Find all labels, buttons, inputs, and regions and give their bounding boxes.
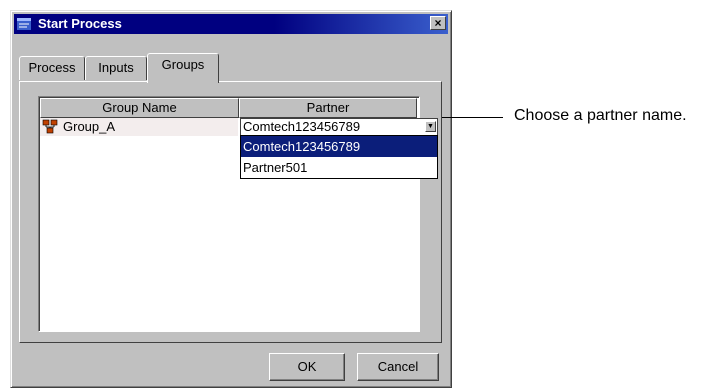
tab-label: Process [28,60,76,75]
table-row[interactable]: Group_A Comtech123456789 ▼ [40,118,438,136]
partner-combobox[interactable]: Comtech123456789 ▼ [240,118,438,136]
dropdown-option-label: Partner501 [243,160,308,175]
tab-groups[interactable]: Groups [147,53,219,83]
column-header-label: Partner [306,100,350,115]
dropdown-option-label: Comtech123456789 [243,139,361,154]
chevron-down-icon[interactable]: ▼ [425,121,436,132]
groups-tab-panel: Group Name Partner Group_A Comtech123456… [19,81,442,343]
partner-combobox-value: Comtech123456789 [243,119,361,134]
column-header-label: Group Name [102,100,177,115]
ok-button[interactable]: OK [269,353,345,381]
column-header-group-name[interactable]: Group Name [40,98,239,118]
close-icon: × [434,16,442,30]
dropdown-option-comtech[interactable]: Comtech123456789 [241,136,437,157]
cancel-button-label: Cancel [377,359,419,374]
partner-dropdown-list: Comtech123456789 Partner501 [240,135,438,179]
column-header-partner[interactable]: Partner [239,98,417,118]
close-button[interactable]: × [430,16,446,30]
window-title: Start Process [38,16,122,31]
group-name-value: Group_A [63,119,116,134]
callout-text: Choose a partner name. [514,107,687,124]
cancel-button[interactable]: Cancel [357,353,439,381]
tab-process[interactable]: Process [19,56,85,80]
tab-inputs[interactable]: Inputs [85,56,147,80]
ok-button-label: OK [297,359,317,374]
app-icon [17,18,31,30]
dropdown-option-partner501[interactable]: Partner501 [241,157,437,178]
callout-line [440,117,503,118]
start-process-dialog: Start Process × Process Inputs Groups Gr… [10,10,452,388]
group-name-cell[interactable]: Group_A [40,118,238,136]
group-icon [42,119,58,134]
groups-table: Group Name Partner Group_A Comtech123456… [38,96,438,332]
tab-label: Inputs [98,60,134,75]
tab-label: Groups [161,57,205,72]
title-bar[interactable]: Start Process × [14,14,448,34]
